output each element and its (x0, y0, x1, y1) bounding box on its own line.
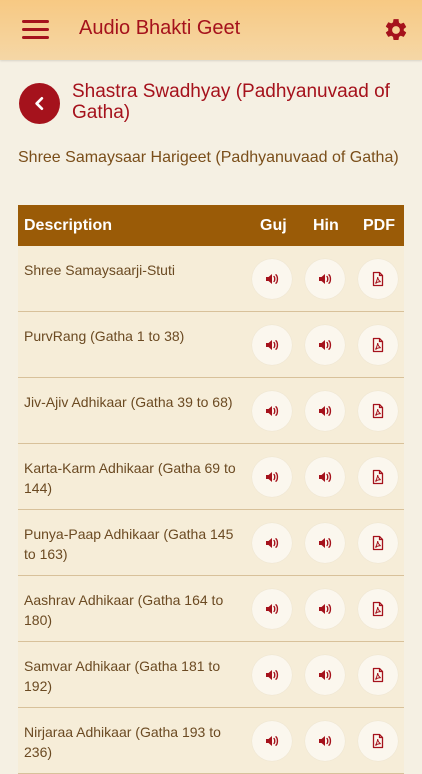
play-hindi-button[interactable] (305, 325, 345, 365)
back-button[interactable] (19, 83, 60, 124)
table-row: PurvRang (Gatha 1 to 38) (18, 312, 404, 378)
open-pdf-button[interactable] (358, 721, 398, 761)
chevron-left-icon (35, 96, 44, 111)
play-hindi-button[interactable] (305, 523, 345, 563)
play-gujarati-button[interactable] (252, 325, 292, 365)
gear-icon[interactable] (383, 17, 409, 43)
play-gujarati-button[interactable] (252, 589, 292, 629)
table-body: Shree Samaysaarji-Stuti PurvRang (Gatha 1… (18, 246, 404, 774)
play-gujarati-button[interactable] (252, 259, 292, 299)
open-pdf-button[interactable] (358, 259, 398, 299)
audio-table: Description Guj Hin PDF Shree Samaysaarj… (18, 205, 404, 774)
table-row: Samvar Adhikaar (Gatha 181 to 192) (18, 642, 404, 708)
row-description: Karta-Karm Adhikaar (Gatha 69 to 144) (24, 460, 236, 496)
table-row: Aashrav Adhikaar (Gatha 164 to 180) (18, 576, 404, 642)
play-hindi-button[interactable] (305, 391, 345, 431)
row-description: Jiv-Ajiv Adhikaar (Gatha 39 to 68) (24, 394, 233, 410)
row-description: Shree Samaysaarji-Stuti (24, 262, 175, 278)
play-gujarati-button[interactable] (252, 457, 292, 497)
table-row: Punya-Paap Adhikaar (Gatha 145 to 163) (18, 510, 404, 576)
play-gujarati-button[interactable] (252, 523, 292, 563)
play-hindi-button[interactable] (305, 457, 345, 497)
app-title: Audio Bhakti Geet (79, 17, 241, 39)
play-hindi-button[interactable] (305, 259, 345, 299)
app-bar: Audio Bhakti Geet (0, 0, 422, 60)
open-pdf-button[interactable] (358, 325, 398, 365)
header-description: Description (24, 217, 113, 234)
header-hin: Hin (313, 217, 339, 234)
play-gujarati-button[interactable] (252, 655, 292, 695)
table-header: Description Guj Hin PDF (18, 205, 404, 246)
table-row: Karta-Karm Adhikaar (Gatha 69 to 144) (18, 444, 404, 510)
play-gujarati-button[interactable] (252, 391, 292, 431)
header-guj: Guj (260, 217, 287, 234)
table-row: Nirjaraa Adhikaar (Gatha 193 to 236) (18, 708, 404, 774)
play-hindi-button[interactable] (305, 655, 345, 695)
open-pdf-button[interactable] (358, 589, 398, 629)
open-pdf-button[interactable] (358, 391, 398, 431)
play-hindi-button[interactable] (305, 721, 345, 761)
table-row: Jiv-Ajiv Adhikaar (Gatha 39 to 68) (18, 378, 404, 444)
play-hindi-button[interactable] (305, 589, 345, 629)
row-description: PurvRang (Gatha 1 to 38) (24, 328, 185, 344)
row-description: Nirjaraa Adhikaar (Gatha 193 to 236) (24, 724, 221, 760)
page-subtitle: Shree Samaysaar Harigeet (Padhyanuvaad o… (18, 149, 399, 166)
open-pdf-button[interactable] (358, 457, 398, 497)
open-pdf-button[interactable] (358, 523, 398, 563)
header-pdf: PDF (363, 217, 395, 234)
row-description: Samvar Adhikaar (Gatha 181 to 192) (24, 658, 221, 694)
page-title: Shastra Swadhyay (Padhyanuvaad of Gatha) (72, 81, 390, 123)
open-pdf-button[interactable] (358, 655, 398, 695)
play-gujarati-button[interactable] (252, 721, 292, 761)
menu-icon[interactable] (22, 19, 49, 41)
table-row: Shree Samaysaarji-Stuti (18, 246, 404, 312)
row-description: Punya-Paap Adhikaar (Gatha 145 to 163) (24, 526, 234, 562)
row-description: Aashrav Adhikaar (Gatha 164 to 180) (24, 592, 224, 628)
